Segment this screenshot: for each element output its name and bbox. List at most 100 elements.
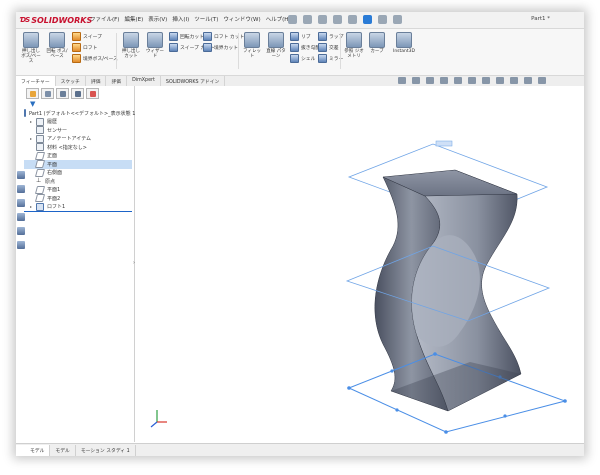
shell-button[interactable]: シェル (290, 54, 315, 63)
display-manager-tab[interactable] (86, 88, 99, 99)
boundary-boss-button[interactable]: 境界ボス/ベース (72, 54, 118, 63)
linear-pattern-button[interactable]: 直線 パターン (265, 32, 287, 59)
tab-3d-views[interactable]: モデル (50, 445, 76, 456)
menu-window[interactable]: ウィンドウ(W) (223, 15, 260, 23)
view-palette-icon[interactable] (17, 213, 25, 221)
hide-show-icon[interactable] (482, 77, 490, 84)
select-icon[interactable] (363, 15, 372, 24)
display-style-icon[interactable] (468, 77, 476, 84)
dimxpert-manager-tab[interactable] (71, 88, 84, 99)
tree-item-history[interactable]: ▸ 履歴 (24, 117, 132, 127)
wrap-icon (318, 32, 327, 41)
menu-tools[interactable]: ツール(T) (194, 15, 218, 23)
appearances-icon[interactable] (17, 227, 25, 235)
tab-addins[interactable]: SOLIDWORKS アドイン (161, 76, 226, 86)
tab-features[interactable]: フィーチャー (16, 76, 56, 86)
plane-icon (34, 185, 46, 194)
menu-insert[interactable]: 挿入(I) (172, 15, 189, 23)
tree-item-right-plane[interactable]: 右側面 (24, 168, 132, 178)
feature-manager-tab[interactable] (26, 88, 39, 99)
monitor-icon[interactable] (538, 77, 546, 84)
instant3d-button[interactable]: Instant3D (390, 32, 418, 54)
tree-item-sensors[interactable]: センサー (24, 126, 132, 135)
heads-up-view-toolbar (398, 77, 546, 84)
plane-icon (34, 151, 46, 160)
property-manager-tab[interactable] (41, 88, 54, 99)
tree-item-material[interactable]: 材料 <指定なし> (24, 143, 132, 152)
filter-icon[interactable]: ▼ (30, 100, 35, 108)
zoom-area-icon[interactable] (412, 77, 420, 84)
revolve-cut-button[interactable]: 回転カット (169, 32, 204, 41)
menu-edit[interactable]: 編集(E) (124, 15, 143, 23)
draft-button[interactable]: 抜き勾配 (290, 43, 320, 52)
tab-model[interactable]: モデル (16, 445, 51, 456)
revolve-boss-button[interactable]: 回転 ボス/ベース (46, 32, 68, 59)
curves-button[interactable]: カーブ (366, 32, 388, 54)
configuration-manager-tab[interactable] (56, 88, 69, 99)
design-library-icon[interactable] (17, 185, 25, 193)
tab-evaluate-1[interactable]: 評価 (86, 76, 107, 86)
file-explorer-icon[interactable] (17, 199, 25, 207)
revolve-boss-icon (49, 32, 65, 48)
loft-button[interactable]: ロフト (72, 43, 97, 52)
model-viewport[interactable] (135, 86, 584, 442)
rib-button[interactable]: リブ (290, 32, 311, 41)
plane-label-tag[interactable] (435, 140, 453, 147)
extrude-boss-button[interactable]: 押し出し ボス/ベース (20, 32, 42, 64)
menu-help[interactable]: ヘルプ(H) (266, 15, 291, 23)
tree-item-top-plane[interactable]: 平面 (24, 160, 132, 169)
scene-icon[interactable] (510, 77, 518, 84)
feature-tree-icon (29, 90, 36, 97)
boundary-cut-icon (203, 43, 212, 52)
sweep-button[interactable]: スイープ (72, 32, 102, 41)
tree-item-loft1[interactable]: ▸ ロフト1 (24, 202, 132, 212)
view-settings-icon[interactable] (524, 77, 532, 84)
undo-icon[interactable] (348, 15, 357, 24)
loft-cut-icon (203, 32, 212, 41)
extrude-cut-button[interactable]: 押し出し カット (120, 32, 142, 59)
origin-icon: ⊥ (36, 177, 42, 185)
reference-geometry-button[interactable]: 参照 ジオメトリ (343, 32, 365, 59)
print-icon[interactable] (333, 15, 342, 24)
hole-wizard-button[interactable]: ウィザード (144, 32, 166, 59)
instant3d-icon (396, 32, 412, 48)
options-icon[interactable] (393, 15, 402, 24)
fillet-button[interactable]: フィレット (241, 32, 263, 59)
intersect-icon (318, 43, 327, 52)
open-file-icon[interactable] (303, 15, 312, 24)
tab-evaluate-2[interactable]: 評価 (106, 76, 128, 86)
command-manager: 押し出し ボス/ベース 回転 ボス/ベース スイープ ロフト 境界ボス/ベース … (16, 29, 584, 75)
appearance-icon[interactable] (496, 77, 504, 84)
graphics-area[interactable] (135, 86, 584, 442)
intersect-button[interactable]: 交差 (318, 43, 339, 52)
tree-item-origin[interactable]: ⊥ 原点 (24, 177, 132, 186)
boundary-boss-icon (72, 54, 81, 63)
menu-view[interactable]: 表示(V) (148, 15, 167, 23)
plane-icon (34, 160, 46, 169)
save-icon[interactable] (318, 15, 327, 24)
solidworks-window: ƊS SOLIDWORKS ファイル(F) 編集(E) 表示(V) 挿入(I) ツ… (16, 12, 584, 456)
tree-item-annotations[interactable]: ▸ アノテートアイテム (24, 134, 132, 144)
solidworks-logo[interactable]: ƊS SOLIDWORKS (20, 14, 92, 26)
previous-view-icon[interactable] (426, 77, 434, 84)
mirror-icon (318, 54, 327, 63)
tree-item-plane2[interactable]: 平面2 (24, 194, 132, 203)
zoom-to-fit-icon[interactable] (398, 77, 406, 84)
annotation-icon (36, 134, 44, 143)
tab-motion-study[interactable]: モーション スタディ 1 (76, 445, 136, 456)
tree-item-plane1[interactable]: 平面1 (24, 185, 132, 195)
new-document-icon[interactable] (288, 15, 297, 24)
hole-wizard-icon (147, 32, 163, 48)
tab-dimxpert[interactable]: DimXpert (127, 76, 161, 86)
resources-icon[interactable] (17, 171, 25, 179)
boundary-cut-button[interactable]: 境界カット (203, 43, 238, 52)
menu-file[interactable]: ファイル(F) (90, 15, 119, 23)
tab-sketch[interactable]: スケッチ (56, 76, 86, 86)
section-view-icon[interactable] (440, 77, 448, 84)
custom-properties-icon[interactable] (17, 241, 25, 249)
rebuild-icon[interactable] (378, 15, 387, 24)
tree-root[interactable]: Part1 (デフォルト<<デフォルト>_表示状態 1>) (24, 109, 142, 118)
tree-item-front-plane[interactable]: 正面 (24, 151, 132, 161)
view-orientation-icon[interactable] (454, 77, 462, 84)
linear-pattern-icon (268, 32, 284, 48)
